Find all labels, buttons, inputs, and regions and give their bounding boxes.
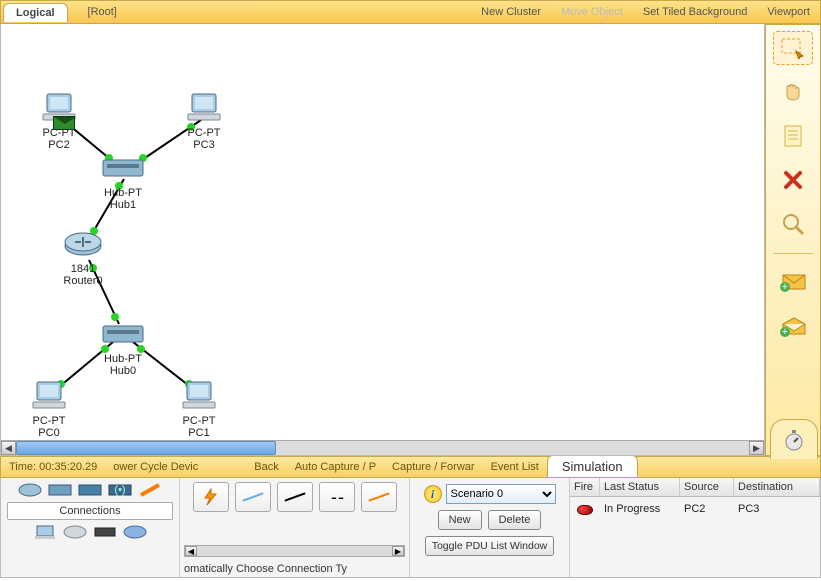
stopwatch-icon	[780, 428, 808, 452]
device-label: PC-PT	[183, 415, 216, 427]
connection-scrollbar[interactable]: ◀ ▶	[184, 545, 405, 557]
device-label: PC-PT	[33, 415, 66, 427]
col-fire[interactable]: Fire	[570, 478, 600, 496]
switch-category-icon[interactable]	[48, 482, 72, 498]
device-router[interactable]: 1841Router0	[63, 230, 103, 287]
device-sublabel: Hub0	[110, 365, 136, 377]
device-category-panel: (•) Connections	[1, 478, 179, 577]
copper-cross-button[interactable]: - -	[319, 482, 355, 512]
connection-hint-text: omatically Choose Connection Ty	[184, 563, 405, 575]
device-sublabel: PC2	[48, 139, 69, 151]
cell-source: PC2	[680, 501, 734, 519]
add-simple-pdu-tool[interactable]: +	[773, 266, 813, 300]
time-display: Time: 00:35:20.29	[1, 458, 105, 476]
pdu-list-table: Fire Last Status Source Destination In P…	[569, 478, 820, 577]
delete-scenario-button[interactable]: Delete	[488, 510, 542, 530]
svg-text:+: +	[782, 281, 788, 293]
device-sublabel: PC3	[193, 139, 214, 151]
device-label: PC-PT	[188, 127, 221, 139]
device-pc3[interactable]: PC-PTPC3	[186, 92, 222, 151]
device-sublabel: Router0	[63, 275, 102, 287]
multiuser-category-icon[interactable]	[123, 524, 147, 540]
hand-tool[interactable]	[773, 75, 813, 109]
custom-category-icon[interactable]	[93, 524, 117, 540]
bottom-panel: (•) Connections - - ◀ ▶ omatically Choos…	[0, 478, 821, 578]
router-category-icon[interactable]	[18, 482, 42, 498]
svg-text:(•): (•)	[114, 484, 125, 496]
root-breadcrumb[interactable]: [Root]	[68, 2, 137, 22]
device-sublabel: PC1	[188, 427, 209, 439]
horizontal-scrollbar[interactable]: ◀ ▶	[1, 440, 764, 455]
wan-category-icon[interactable]	[63, 524, 87, 540]
fiber-connection-button[interactable]	[361, 482, 397, 512]
scenario-panel: i Scenario 0 New Delete Toggle PDU List …	[409, 478, 569, 577]
event-list-button[interactable]: Event List	[483, 458, 547, 476]
toggle-pdu-list-button[interactable]: Toggle PDU List Window	[425, 536, 555, 556]
top-toolbar: Logical [Root] New Cluster Move Object S…	[0, 0, 821, 24]
device-label: Hub-PT	[104, 353, 142, 365]
cell-last-status: In Progress	[600, 501, 680, 519]
hub-category-icon[interactable]	[78, 482, 102, 498]
simulation-status-bar: Time: 00:35:20.29 ower Cycle Devic Back …	[0, 456, 821, 478]
closed-envelope-icon: +	[779, 273, 807, 293]
note-icon	[782, 124, 804, 148]
device-label: Hub-PT	[104, 187, 142, 199]
auto-capture-button[interactable]: Auto Capture / P	[287, 458, 384, 476]
simulation-tab[interactable]: Simulation	[547, 455, 638, 477]
device-pc1[interactable]: PC-PTPC1	[181, 380, 217, 439]
device-hub1[interactable]: Hub-PTHub1	[101, 154, 145, 211]
category-label: Connections	[7, 502, 173, 520]
new-scenario-button[interactable]: New	[438, 510, 482, 530]
workspace[interactable]: PC-PTPC2 PC-PTPC3 Hub-PTHub1 1841Router0…	[0, 24, 765, 456]
copper-straight-button[interactable]	[277, 482, 313, 512]
lightning-icon	[199, 488, 223, 506]
scroll-left-arrow[interactable]: ◀	[1, 441, 16, 455]
auto-connection-button[interactable]	[193, 482, 229, 512]
pdu-envelope-icon[interactable]	[53, 116, 75, 130]
power-cycle-button[interactable]: ower Cycle Devic	[105, 458, 206, 476]
console-connection-button[interactable]	[235, 482, 271, 512]
new-cluster-button[interactable]: New Cluster	[471, 2, 551, 22]
enddevices-category-icon[interactable]	[33, 524, 57, 540]
capture-forward-button[interactable]: Capture / Forwar	[384, 458, 483, 476]
logical-tab[interactable]: Logical	[3, 3, 68, 22]
note-tool[interactable]	[773, 119, 813, 153]
table-row[interactable]: In Progress PC2 PC3	[570, 497, 820, 523]
connections-category-icon[interactable]	[138, 482, 162, 498]
col-source[interactable]: Source	[680, 478, 734, 496]
wireless-category-icon[interactable]: (•)	[108, 482, 132, 498]
device-sublabel: PC0	[38, 427, 59, 439]
open-envelope-icon: +	[779, 316, 807, 338]
right-toolbar: + +	[765, 24, 821, 456]
device-sublabel: Hub1	[110, 199, 136, 211]
svg-text:+: +	[782, 326, 788, 338]
fire-indicator-icon	[577, 505, 593, 515]
device-hub0[interactable]: Hub-PTHub0	[101, 320, 145, 377]
col-destination[interactable]: Destination	[734, 478, 820, 496]
delete-x-icon	[782, 169, 804, 191]
simulation-icon-tab[interactable]	[770, 419, 818, 459]
viewport-button[interactable]: Viewport	[757, 2, 820, 22]
scroll-right-arrow[interactable]: ▶	[749, 441, 764, 455]
add-complex-pdu-tool[interactable]: +	[773, 310, 813, 344]
device-pc0[interactable]: PC-PTPC0	[31, 380, 67, 439]
magnify-icon	[781, 212, 805, 236]
move-object-button: Move Object	[551, 2, 633, 22]
info-icon[interactable]: i	[424, 485, 442, 503]
cell-destination: PC3	[734, 501, 820, 519]
select-marquee-icon	[780, 37, 806, 59]
device-label: 1841	[71, 263, 95, 275]
select-tool[interactable]	[773, 31, 813, 65]
table-header: Fire Last Status Source Destination	[570, 478, 820, 497]
set-tiled-background-button[interactable]: Set Tiled Background	[633, 2, 758, 22]
inspect-tool[interactable]	[773, 207, 813, 241]
scenario-select[interactable]: Scenario 0	[446, 484, 556, 504]
hand-icon	[781, 80, 805, 104]
col-last-status[interactable]: Last Status	[600, 478, 680, 496]
back-button[interactable]: Back	[246, 458, 286, 476]
connection-types-panel: - - ◀ ▶ omatically Choose Connection Ty	[179, 478, 409, 577]
scroll-thumb[interactable]	[16, 441, 276, 455]
delete-tool[interactable]	[773, 163, 813, 197]
